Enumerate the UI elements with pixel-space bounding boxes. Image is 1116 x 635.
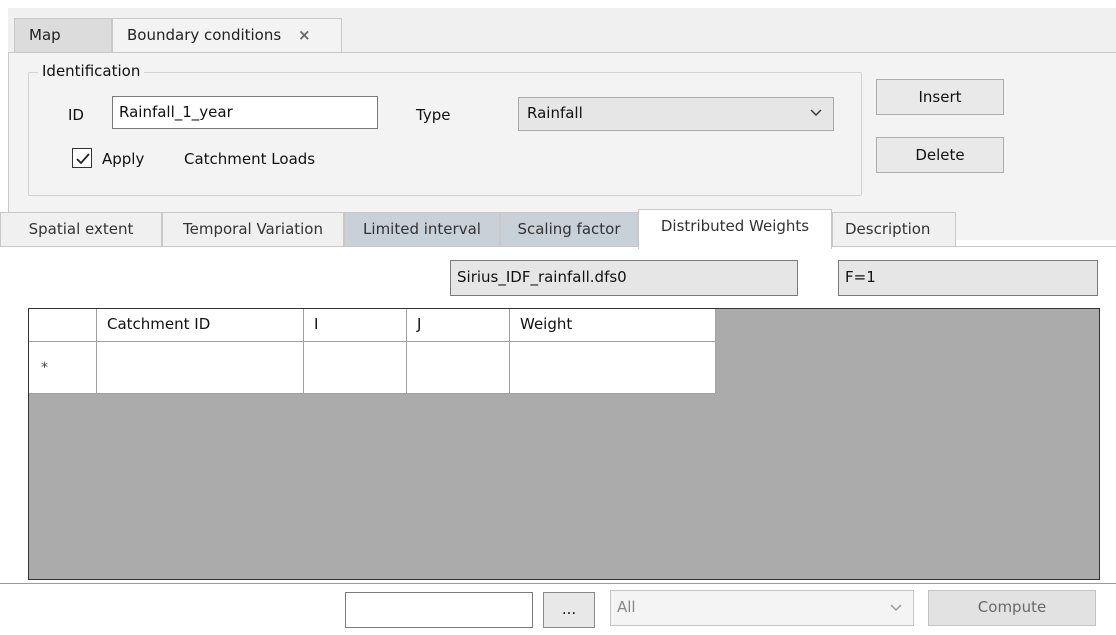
close-icon[interactable]: × xyxy=(298,26,311,44)
column-header-catchment-id[interactable]: Catchment ID xyxy=(97,309,304,342)
new-row-marker[interactable]: * xyxy=(29,342,97,394)
tab-limited-interval[interactable]: Limited interval xyxy=(344,212,500,246)
tab-distributed-weights[interactable]: Distributed Weights xyxy=(638,209,832,249)
compute-button: Compute xyxy=(928,590,1096,626)
new-row-catchment-id-cell[interactable] xyxy=(97,342,304,394)
tab-map[interactable]: Map xyxy=(14,18,112,52)
type-dropdown[interactable]: Rainfall xyxy=(518,97,834,131)
grid-corner-header xyxy=(29,309,97,342)
scope-dropdown-value: All xyxy=(617,598,636,616)
checkmark-icon xyxy=(76,153,90,165)
id-input[interactable]: Rainfall_1_year xyxy=(112,96,378,129)
column-header-weight[interactable]: Weight xyxy=(510,309,716,342)
type-dropdown-value: Rainfall xyxy=(527,104,583,122)
tab-scaling-factor[interactable]: Scaling factor xyxy=(500,212,638,246)
new-row-weight-cell[interactable] xyxy=(510,342,716,394)
tab-spatial-extent[interactable]: Spatial extent xyxy=(0,212,162,246)
apply-checkbox[interactable] xyxy=(72,148,92,168)
tab-spatial-extent-label: Spatial extent xyxy=(28,220,134,238)
identification-legend: Identification xyxy=(38,62,145,80)
tab-boundary-conditions-label: Boundary conditions xyxy=(127,26,282,44)
tab-description[interactable]: Description xyxy=(832,212,956,246)
tab-description-label: Description xyxy=(845,220,931,238)
apply-label: Apply xyxy=(102,150,145,168)
catchment-loads-label: Catchment Loads xyxy=(184,150,316,168)
scope-dropdown: All xyxy=(610,590,914,626)
type-label: Type xyxy=(416,106,451,124)
column-header-i[interactable]: I xyxy=(304,309,407,342)
chevron-down-icon xyxy=(809,98,823,139)
column-header-j[interactable]: J xyxy=(407,309,510,342)
id-label: ID xyxy=(68,106,84,124)
filter-input[interactable] xyxy=(345,592,533,628)
tab-boundary-conditions[interactable]: Boundary conditions × xyxy=(112,18,342,53)
new-row-i-cell[interactable] xyxy=(304,342,407,394)
new-row-j-cell[interactable] xyxy=(407,342,510,394)
factor-field: F=1 xyxy=(838,260,1098,296)
tab-temporal-variation-label: Temporal Variation xyxy=(183,220,323,238)
browse-button[interactable]: ... xyxy=(543,592,595,628)
tab-temporal-variation[interactable]: Temporal Variation xyxy=(162,212,344,246)
tab-scaling-factor-label: Scaling factor xyxy=(517,220,621,238)
chevron-down-icon xyxy=(889,591,903,635)
insert-button[interactable]: Insert xyxy=(876,79,1004,115)
file-name-field: Sirius_IDF_rainfall.dfs0 xyxy=(450,260,798,296)
delete-button[interactable]: Delete xyxy=(876,137,1004,173)
tab-limited-interval-label: Limited interval xyxy=(363,220,481,238)
tab-map-label: Map xyxy=(29,26,61,44)
identification-group xyxy=(28,72,862,196)
tab-distributed-weights-label: Distributed Weights xyxy=(660,217,810,235)
sub-tab-baseline xyxy=(0,246,1116,247)
